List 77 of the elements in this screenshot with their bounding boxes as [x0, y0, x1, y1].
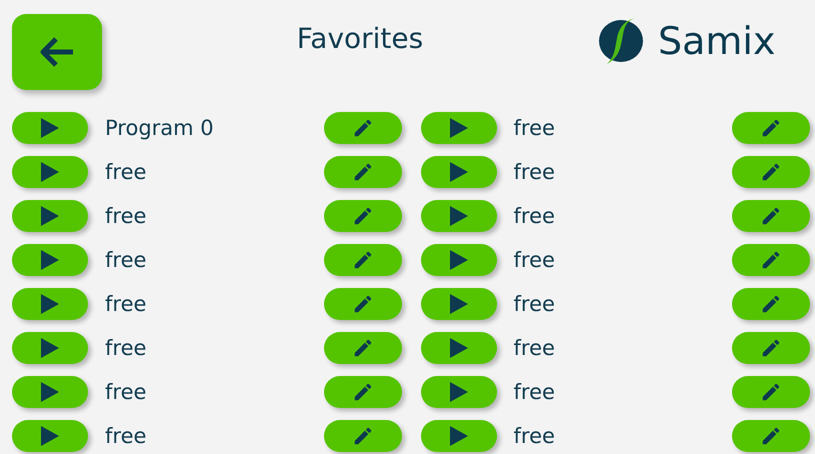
slot-label: free [105, 248, 148, 272]
edit-button[interactable] [324, 376, 402, 408]
edit-button[interactable] [732, 332, 810, 364]
slot-label: free [105, 380, 148, 404]
slot-label: free [514, 204, 556, 228]
slot-label: free [514, 292, 556, 316]
play-button[interactable] [12, 112, 88, 144]
play-button[interactable] [12, 288, 88, 320]
edit-button[interactable] [732, 288, 810, 320]
pencil-icon [760, 205, 782, 227]
play-icon [40, 117, 60, 139]
pencil-icon [760, 425, 782, 447]
edit-button[interactable] [324, 420, 402, 452]
edit-button[interactable] [324, 200, 402, 232]
pencil-icon [760, 381, 782, 403]
logo-text: Samix [658, 19, 776, 63]
page-title: Favorites [296, 21, 424, 55]
play-icon [40, 425, 60, 447]
pencil-icon [760, 117, 782, 139]
play-button[interactable] [420, 288, 496, 320]
slot-label: free [514, 336, 556, 360]
edit-button[interactable] [324, 156, 402, 188]
play-icon [448, 117, 468, 139]
play-icon [40, 381, 60, 403]
slot-label: free [514, 380, 556, 404]
edit-button[interactable] [324, 244, 402, 276]
play-button[interactable] [420, 156, 496, 188]
slot-label: free [514, 116, 556, 140]
play-button[interactable] [12, 376, 88, 408]
play-icon [448, 161, 468, 183]
slot-label: free [105, 424, 148, 448]
edit-button[interactable] [324, 332, 402, 364]
edit-button[interactable] [732, 244, 810, 276]
play-button[interactable] [420, 244, 496, 276]
slot-label: free [514, 248, 556, 272]
play-button[interactable] [12, 420, 88, 452]
play-icon [40, 205, 60, 227]
play-button[interactable] [420, 200, 496, 232]
logo-icon [598, 16, 646, 66]
pencil-icon [760, 161, 782, 183]
pencil-icon [760, 337, 782, 359]
edit-button[interactable] [324, 112, 402, 144]
edit-button[interactable] [732, 200, 810, 232]
pencil-icon [760, 293, 782, 315]
play-button[interactable] [12, 244, 88, 276]
slot-label: free [105, 336, 148, 360]
back-button[interactable] [12, 14, 102, 90]
play-button[interactable] [420, 332, 496, 364]
play-icon [40, 249, 60, 271]
slot-label: free [105, 160, 148, 184]
edit-button[interactable] [324, 288, 402, 320]
slot-label: free [514, 160, 556, 184]
arrow-left-icon [39, 36, 75, 68]
slot-label: free [105, 292, 148, 316]
play-button[interactable] [12, 156, 88, 188]
play-icon [448, 249, 468, 271]
play-icon [448, 205, 468, 227]
play-icon [40, 161, 60, 183]
play-icon [448, 381, 468, 403]
slot-label: free [105, 204, 148, 228]
play-icon [448, 425, 468, 447]
play-button[interactable] [420, 376, 496, 408]
slot-label: Program 0 [105, 116, 215, 140]
slot-label: free [514, 424, 556, 448]
play-button[interactable] [420, 112, 496, 144]
play-icon [40, 337, 60, 359]
edit-button[interactable] [732, 420, 810, 452]
pencil-icon [760, 249, 782, 271]
play-icon [448, 293, 468, 315]
edit-button[interactable] [732, 376, 810, 408]
play-icon [448, 337, 468, 359]
play-icon [40, 293, 60, 315]
edit-button[interactable] [732, 156, 810, 188]
edit-button[interactable] [732, 112, 810, 144]
play-button[interactable] [12, 332, 88, 364]
play-button[interactable] [420, 420, 496, 452]
play-button[interactable] [12, 200, 88, 232]
